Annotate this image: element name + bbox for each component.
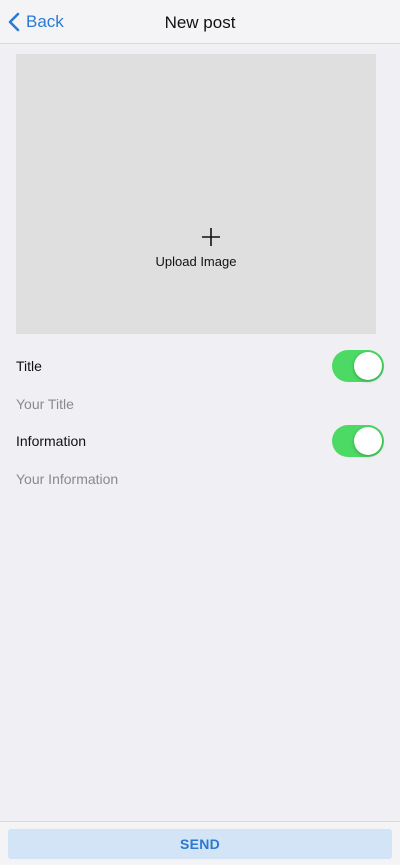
page-title: New post — [164, 13, 236, 32]
title-input[interactable]: Your Title — [16, 395, 316, 413]
title-toggle[interactable] — [332, 350, 384, 382]
bottom-bar: SEND — [0, 821, 400, 865]
upload-image-label: Upload Image — [155, 254, 237, 269]
information-label: Information — [16, 433, 87, 449]
plus-icon — [201, 227, 221, 247]
information-toggle[interactable] — [332, 425, 384, 457]
navigation-bar: Back New post — [0, 0, 400, 44]
send-button[interactable]: SEND — [8, 829, 392, 859]
toggle-knob — [354, 352, 382, 380]
information-input[interactable]: Your Information — [16, 470, 316, 488]
title-label: Title — [16, 358, 42, 374]
upload-image-area[interactable]: Upload Image — [16, 54, 376, 334]
toggle-knob — [354, 427, 382, 455]
